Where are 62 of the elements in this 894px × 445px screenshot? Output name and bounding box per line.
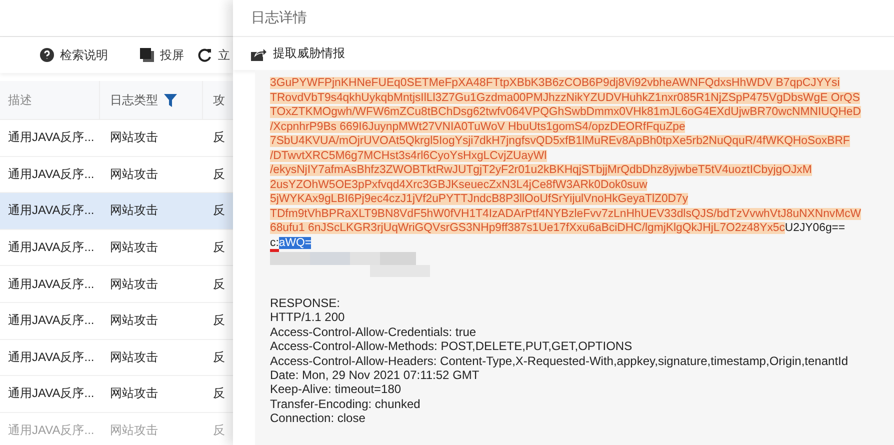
selected-text: aWQ= — [278, 236, 312, 248]
response-line: Connection: close — [270, 411, 366, 426]
table-cell-text: 通用JAVA反序... — [7, 276, 96, 293]
refresh-icon — [198, 48, 212, 62]
response-line: Transfer-Encoding: chunked — [270, 396, 422, 412]
toolbar-button[interactable]: 投屏 — [136, 46, 188, 64]
table-cell-text: 反 — [212, 202, 226, 220]
highlighted-text: 68ufu1 6nJScLKGR3rjUqWriGQVsrGS3NHp9ff387s1Ue17fXxu6aBciDHC/lgmjKlgQkJHjL7O2z48Yx5c — [270, 222, 785, 234]
response-line: HTTP/1.1 200 — [270, 310, 346, 325]
response-line: Date: Mon, 29 Nov 2021 07:11:52 GMT — [270, 368, 480, 382]
response-line: Keep-Alive: timeout=180 — [270, 382, 402, 397]
response-line: Access-Control-Allow-Headers: Content-Type,X-Requested-With,appkey,signature,timestamp,Origin,tenantId — [270, 354, 850, 368]
toolbar-button[interactable]: 检索说明 — [36, 46, 112, 64]
table-cell-text: 反 — [212, 239, 226, 256]
table-row[interactable]: 通用JAVA反序... 网站攻击 反 — [0, 193, 233, 230]
table-cell-text: 反 — [212, 348, 226, 366]
table-cell-text: 通用JAVA反序... — [7, 348, 96, 366]
table-cell-text: 通用JAVA反序... — [7, 166, 96, 183]
table-cell-text: 反 — [212, 166, 226, 183]
table-cell-text: 网站攻击 — [109, 202, 159, 220]
highlighted-text: TOxZTKMOgwh/WFW6mZCu8tBChDsg62twfv064VPQGhSwbDmmx0VHk81mJL6oG4EXdUjwBR70wcNMNIUQHeD — [270, 106, 861, 118]
table-cell-text: 反 — [212, 312, 226, 330]
extract-intel-button[interactable]: 提取威胁情报 — [247, 43, 349, 64]
drawer-title: 日志详情 — [251, 9, 307, 27]
table-cell-text: 通用JAVA反序... — [7, 202, 96, 220]
column-header[interactable]: 日志类型 — [100, 81, 203, 119]
highlighted-text: 3GuPYWFPjnKHNeFUEq0SETMeFpXA48FTtpXBbK3B6zCOB6P9dj8Vi92vbheAWNFQdxsHhWDV B7qpCJYYsi — [270, 77, 840, 89]
log-text: U2JY06g== — [784, 222, 846, 234]
screen-icon — [140, 48, 154, 62]
table-cell-text: 通用JAVA反序... — [7, 129, 96, 146]
table-cell-text: 网站攻击 — [109, 312, 159, 330]
highlighted-text: /DTwvtXRC5M6g7MCHst3s4rl6CyoYsHxgLCvjZUayWl — [270, 150, 547, 162]
highlighted-text: TRovdVbT9s4qkhUykqbMntjsIlLl3Z7Gu1Gzdma00PMJhzzNikYZUDVHuhkZ1nxr085R1NjZSpP475VgDbsWgE OrQS — [270, 92, 860, 104]
highlighted-text: 7SbU4KVUA/mOjrUVOAt5Qkrgl5IogYsji7dkH7jngfsvQD5xfB1lMuREv8ApBh0tpXe5rb2NuQquR/4fWKQHoSoxBRF — [270, 135, 850, 147]
highlighted-text: 5jWYKAx9gLBI6Pj9ec4czJ1jVf2uPYTTJndcB8P3llOoUfSrYijulVnoHkGeyaTlZ0D7y — [270, 193, 688, 205]
table-cell-text: 通用JAVA反序... — [7, 312, 96, 330]
table-cell-text: 反 — [212, 129, 226, 146]
highlighted-text: /ekysNjIY7afmAsBhfz3ZWOBTktRwJUTgjT2yF2r01u2kBKHqjSTbjjMrQdbDhz8yjwbeT5tV4uoztICbyjgOJxM — [270, 164, 812, 176]
response-line: Access-Control-Allow-Methods: POST,DELETE,PUT,GET,OPTIONS — [270, 339, 634, 354]
help-icon — [40, 48, 54, 62]
table-cell-text: 网站攻击 — [109, 166, 159, 183]
table-cell-text: 反 — [212, 385, 226, 402]
filter-icon[interactable] — [164, 94, 177, 106]
table-cell-text: 反 — [212, 276, 226, 293]
highlighted-text: /XcpnhrP9Bs 669I6JuynpMWt27VNIA0TuWoV HbuUts1gomS4/opzDEORfFquZpe — [270, 120, 686, 132]
table-cell-text: 网站攻击 — [109, 348, 159, 366]
table-cell-text: 网站攻击 — [109, 385, 159, 402]
table-cell-text: 通用JAVA反序... — [7, 239, 96, 256]
share-icon — [251, 46, 267, 60]
table-cell-text: 网站攻击 — [109, 276, 159, 293]
table-cell-text: 通用JAVA反序... — [7, 422, 96, 440]
table-cell-text: 网站攻击 — [109, 129, 159, 146]
table-cell-text: 通用JAVA反序... — [7, 385, 96, 402]
toolbar-button[interactable]: 立 — [194, 46, 233, 64]
highlighted-text: 2usYZOhW5OE3pPxfvqd4Xrc3GBJKseuecZxN3L4jCe8fW3ARk0Dok0suw — [270, 178, 648, 190]
table-cell-text: 网站攻击 — [109, 239, 159, 256]
response-line: Access-Control-Allow-Credentials: true — [270, 324, 478, 340]
column-header[interactable]: 攻 — [203, 81, 233, 119]
highlighted-text: TDfm9tVhBPRaXLT9BN8VdF5hW0fVH1T4IzADArPtf4NYBzleFvv7zLnHhUEV33dlsQJS/bdTzVvwhVtJ8uNXNnvMcW — [270, 208, 862, 220]
response-line: RESPONSE: — [270, 296, 342, 310]
table-cell-text: 反 — [212, 422, 226, 440]
table-cell-text: 网站攻击 — [109, 422, 159, 440]
